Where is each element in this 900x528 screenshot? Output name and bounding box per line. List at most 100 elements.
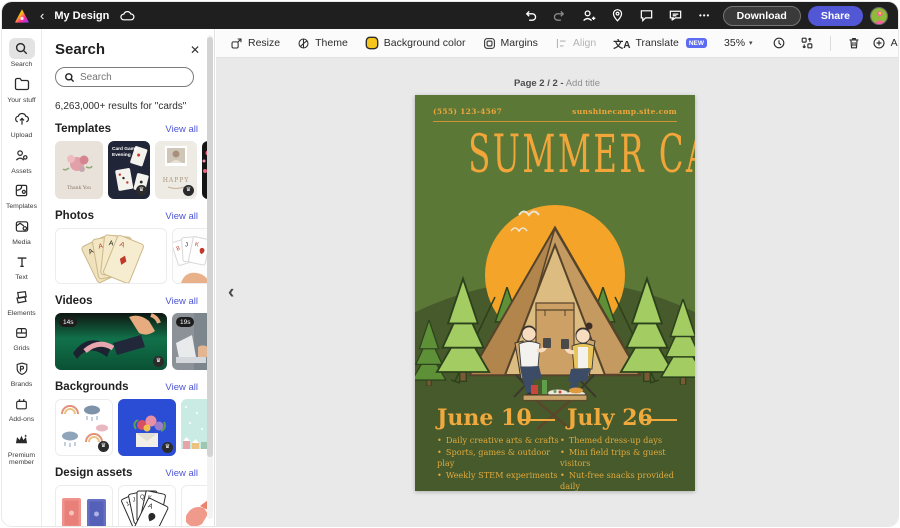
share-button[interactable]: Share xyxy=(807,5,863,26)
edit-toolbar: Resize Theme Background color Margins Al… xyxy=(216,29,898,58)
add-icon xyxy=(872,36,886,50)
account-avatar[interactable] xyxy=(870,6,888,25)
canvas-area: Resize Theme Background color Margins Al… xyxy=(216,29,898,526)
undo-icon[interactable] xyxy=(520,5,542,27)
poster-phone[interactable]: (555) 123-4567 xyxy=(433,107,502,116)
photo-thumb-vintage-cards[interactable]: A A A A xyxy=(55,228,167,284)
premium-badge-icon: ♛ xyxy=(98,441,109,452)
poster-date-start[interactable]: June 10 xyxy=(437,405,532,431)
sidebar-item-elements[interactable]: Elements xyxy=(2,287,42,318)
upload-icon xyxy=(9,109,35,130)
adobe-express-logo-icon[interactable] xyxy=(14,8,30,24)
asset-thumb-royal-flush[interactable]: 10 J Q K A xyxy=(118,485,176,526)
text-icon xyxy=(9,251,35,272)
panel-scrollbar[interactable] xyxy=(207,35,213,519)
asset-thumb-card-backs[interactable]: ♛ xyxy=(55,485,113,526)
align-button[interactable]: Align xyxy=(555,37,596,50)
view-all-templates-link[interactable]: View all xyxy=(165,124,198,135)
background-color-button[interactable]: Background color xyxy=(365,36,466,50)
section-title-design-assets: Design assets xyxy=(55,467,133,479)
search-input[interactable] xyxy=(80,71,180,83)
search-input-wrapper xyxy=(55,67,194,87)
view-all-backgrounds-link[interactable]: View all xyxy=(165,382,198,393)
margins-button[interactable]: Margins xyxy=(483,37,538,50)
translate-icon: 文A xyxy=(613,39,631,51)
download-button[interactable]: Download xyxy=(722,5,801,26)
add-page-button[interactable]: Add xyxy=(872,36,898,50)
folder-icon xyxy=(9,74,35,95)
translate-button[interactable]: 文A Translate NEW xyxy=(613,36,708,51)
sidebar-item-media[interactable]: Media xyxy=(2,216,42,247)
sidebar-item-upload[interactable]: Upload xyxy=(2,109,42,140)
close-icon[interactable]: ✕ xyxy=(190,43,200,57)
poster-website[interactable]: sunshinecamp.site.com xyxy=(572,107,677,116)
resize-icon xyxy=(230,37,243,50)
panel-title: Search xyxy=(55,41,106,58)
backgrounds-row: ♛ ♛ xyxy=(55,399,207,456)
theme-button[interactable]: Theme xyxy=(297,37,348,50)
sidebar-item-add-ons[interactable]: Add-ons xyxy=(2,393,42,424)
sidebar-item-assets[interactable]: Assets xyxy=(2,145,42,176)
svg-text:Card Game: Card Game xyxy=(112,146,138,152)
background-thumb-flower-envelope[interactable]: ♛ xyxy=(118,399,176,456)
section-title-backgrounds: Backgrounds xyxy=(55,381,129,393)
background-thumb-rainbows[interactable]: ♛ xyxy=(55,399,113,456)
svg-text:Thank You: Thank You xyxy=(67,185,91,191)
location-pin-icon[interactable] xyxy=(607,5,629,27)
sidebar-item-your-stuff[interactable]: Your stuff xyxy=(2,74,42,105)
brands-icon xyxy=(9,358,35,379)
poster-page[interactable]: (555) 123-4567 sunshinecamp.site.com SUM… xyxy=(415,95,695,491)
video-thumb-laptop[interactable]: 19s xyxy=(172,313,207,370)
sidebar-item-text[interactable]: Text xyxy=(2,251,42,282)
view-all-videos-link[interactable]: View all xyxy=(165,296,198,307)
background-thumb-winter-village[interactable] xyxy=(181,399,207,456)
cloud-sync-icon[interactable] xyxy=(119,9,135,23)
add-collaborator-icon[interactable] xyxy=(578,5,600,27)
poster-bullets-right[interactable]: Themed dress-up days Mini field trips & … xyxy=(560,435,692,491)
top-bar: ‹ My Design ••• Download Share xyxy=(2,2,898,29)
delete-page-icon[interactable] xyxy=(843,32,865,54)
section-title-photos: Photos xyxy=(55,210,94,222)
poster-date-end[interactable]: July 26 xyxy=(567,405,653,431)
template-thumb-birthday[interactable]: HAPPY ♛ xyxy=(155,141,197,199)
sidebar-item-brands[interactable]: Brands xyxy=(2,358,42,389)
poster-title[interactable]: SUMMER CAMP xyxy=(468,126,695,184)
chat-alt-icon[interactable] xyxy=(665,5,687,27)
page-label[interactable]: Page 2 / 2 - Add title xyxy=(382,78,732,89)
chevron-down-icon: ▾ xyxy=(749,40,753,47)
left-rail: Search Your stuff Upload Assets Template… xyxy=(2,29,42,526)
assets-icon xyxy=(9,145,35,166)
photo-thumb-hand-cards[interactable]: 8 J K xyxy=(172,228,207,284)
new-badge: NEW xyxy=(685,38,708,48)
sidebar-item-search[interactable]: Search xyxy=(2,38,42,69)
resize-button[interactable]: Resize xyxy=(230,37,280,50)
zoom-level-dropdown[interactable]: 35% ▾ xyxy=(724,37,753,49)
background-color-swatch xyxy=(365,36,379,50)
history-icon[interactable] xyxy=(768,32,790,54)
sidebar-item-premium-member[interactable]: Premium member xyxy=(2,429,42,467)
videos-row: 14s ♛ 19s xyxy=(55,313,207,370)
sidebar-item-grids[interactable]: Grids xyxy=(2,322,42,353)
view-all-design-assets-link[interactable]: View all xyxy=(165,468,198,479)
poster-bullets-left[interactable]: Daily creative arts & crafts Sports, gam… xyxy=(437,435,559,481)
grids-icon xyxy=(9,322,35,343)
search-icon xyxy=(64,72,75,83)
template-thumb-thank-you[interactable]: Thank You xyxy=(55,141,103,199)
collapse-panel-chevron-icon[interactable]: ‹ xyxy=(228,282,234,304)
video-thumb-card-shuffle[interactable]: 14s ♛ xyxy=(55,313,167,370)
arrange-icon[interactable] xyxy=(796,32,818,54)
template-thumb-card-game[interactable]: Card Game Evening ♛ xyxy=(108,141,150,199)
margins-icon xyxy=(483,37,496,50)
more-options-icon[interactable]: ••• xyxy=(694,5,716,27)
sidebar-item-templates[interactable]: Templates xyxy=(2,180,42,211)
back-chevron-icon[interactable]: ‹ xyxy=(40,9,44,22)
section-title-templates: Templates xyxy=(55,123,112,135)
media-icon xyxy=(9,216,35,237)
view-all-photos-link[interactable]: View all xyxy=(165,211,198,222)
templates-row: Thank You Card Game Evening ♛ HAPPY ♛ xyxy=(55,141,207,199)
comment-icon[interactable] xyxy=(636,5,658,27)
results-count: 6,263,000+ results for "cards" xyxy=(55,101,187,112)
document-title[interactable]: My Design xyxy=(54,10,109,22)
redo-icon[interactable] xyxy=(549,5,571,27)
asset-thumb-partial[interactable] xyxy=(181,485,207,526)
